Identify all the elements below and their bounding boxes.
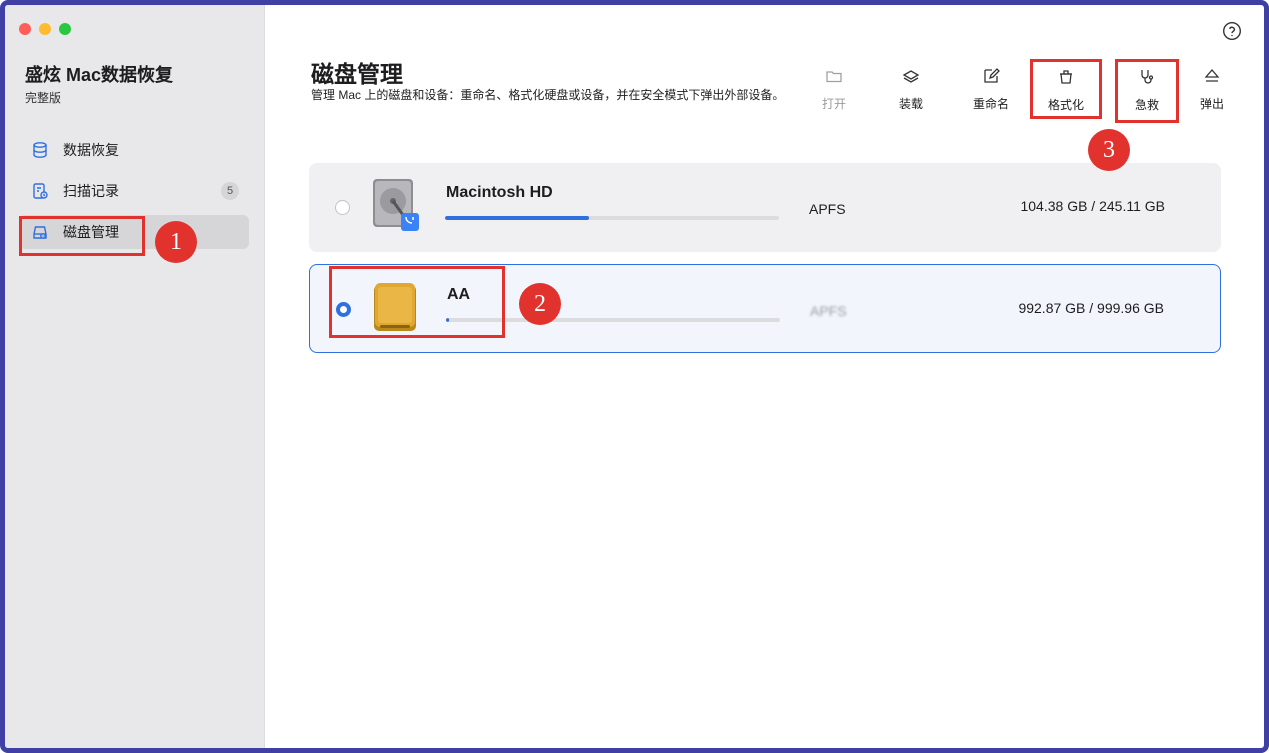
- first-aid-label: 急救: [1134, 98, 1159, 112]
- disk-filesystem: APFS: [809, 201, 846, 217]
- disk-name: Macintosh HD: [446, 184, 553, 201]
- sidebar-item-label: 扫描记录: [63, 183, 119, 199]
- annotation-marker-3: 3: [1088, 129, 1130, 171]
- eject-button[interactable]: 弹出: [1177, 61, 1247, 123]
- disk-size: 104.38 GB / 245.11 GB: [1020, 198, 1165, 214]
- disk-row-macintosh-hd[interactable]: Macintosh HD APFS 104.38 GB / 245.11 GB: [309, 163, 1221, 252]
- rename-icon: [984, 68, 1000, 83]
- rename-label: 重命名: [972, 97, 1009, 111]
- folder-icon: [826, 71, 842, 83]
- disk-usage-bar: [445, 216, 779, 220]
- sidebar-item-label: 数据恢复: [63, 142, 119, 158]
- mount-icon: [902, 70, 920, 83]
- app-window: 盛炫 Mac数据恢复 完整版 数据恢复 扫描记录 5 磁盘管理 磁盘管理 管理 …: [0, 0, 1269, 753]
- sidebar-item-scan-history[interactable]: 扫描记录 5: [19, 174, 249, 208]
- first-aid-icon: [1141, 70, 1154, 84]
- mount-label: 装载: [898, 97, 923, 111]
- database-icon: [31, 141, 49, 159]
- open-button[interactable]: 打开: [799, 61, 869, 123]
- annotation-marker-1: 1: [155, 221, 197, 263]
- scan-count-badge: 5: [221, 182, 239, 200]
- app-title: 盛炫 Mac数据恢复: [25, 65, 174, 85]
- open-label: 打开: [821, 97, 846, 111]
- annotation-box-2: [329, 266, 505, 338]
- zoom-window-button[interactable]: [59, 23, 71, 35]
- mount-button[interactable]: 装载: [876, 61, 946, 123]
- rename-button[interactable]: 重命名: [956, 61, 1026, 123]
- disk-select-radio[interactable]: [335, 200, 350, 215]
- annotation-box-1: [19, 216, 145, 256]
- scan-history-icon: [31, 182, 49, 200]
- help-icon[interactable]: [1222, 21, 1242, 41]
- close-window-button[interactable]: [19, 23, 31, 35]
- internal-disk-icon: [373, 179, 419, 231]
- annotation-marker-2: 2: [519, 283, 561, 325]
- format-button[interactable]: 格式化: [1030, 59, 1102, 119]
- eject-label: 弹出: [1199, 97, 1224, 111]
- page-description: 管理 Mac 上的磁盘和设备：重命名、格式化硬盘或设备，并在安全模式下弹出外部设…: [311, 88, 785, 102]
- sidebar-item-data-recovery[interactable]: 数据恢复: [19, 133, 249, 167]
- main-panel: 磁盘管理 管理 Mac 上的磁盘和设备：重命名、格式化硬盘或设备，并在安全模式下…: [265, 5, 1264, 748]
- disk-filesystem: APFS: [810, 303, 847, 319]
- disk-size: 992.87 GB / 999.96 GB: [1018, 300, 1164, 316]
- format-icon: [1060, 70, 1072, 84]
- page-title: 磁盘管理: [311, 61, 403, 87]
- traffic-lights: [19, 23, 71, 35]
- app-edition: 完整版: [25, 91, 62, 105]
- disk-usage-fill: [445, 216, 589, 220]
- minimize-window-button[interactable]: [39, 23, 51, 35]
- sidebar: 盛炫 Mac数据恢复 完整版 数据恢复 扫描记录 5 磁盘管理: [5, 5, 265, 748]
- first-aid-button[interactable]: 急救: [1115, 59, 1179, 123]
- eject-icon: [1204, 69, 1220, 82]
- format-label: 格式化: [1047, 98, 1084, 112]
